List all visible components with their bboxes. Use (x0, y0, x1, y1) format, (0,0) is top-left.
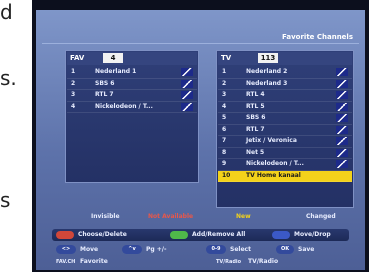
blue-button-icon[interactable] (272, 231, 290, 239)
tv-channel-panel: TV 113 1 Nederland 2 2 Nederland 3 3 RTL 4 4 RT… (216, 50, 354, 208)
channel-number: 9 (222, 160, 227, 167)
page-edge-letter: d (0, 0, 13, 24)
red-button-icon[interactable] (56, 231, 74, 239)
channel-name: SBS 6 (246, 114, 266, 121)
channel-row[interactable]: 2 Nederland 3 (218, 79, 352, 90)
channel-number: 5 (222, 114, 227, 121)
tv-channel-count: 113 (258, 53, 278, 63)
select-hint: Select (230, 246, 251, 253)
channel-status-icon (336, 91, 348, 99)
channel-name: Nederland 3 (246, 79, 288, 87)
channel-status-icon (181, 79, 193, 88)
channel-row[interactable]: 8 Net 5 (218, 148, 352, 159)
channel-number: 6 (222, 125, 227, 133)
save-hint: Save (298, 246, 315, 253)
channel-row[interactable]: 6 RTL 7 (218, 125, 352, 136)
channel-status-icon (336, 114, 348, 122)
channel-name: Nickelodeon / T... (246, 160, 304, 167)
add-remove-all-button[interactable]: Add/Remove All (192, 231, 245, 238)
channel-status-icon (336, 137, 348, 145)
left-right-key-icon: <> (56, 245, 76, 254)
favorite-hint: Favorite (80, 258, 108, 265)
tv-frame: Favorite Channels FAV 4 1 Nederland 1 2 SBS… (32, 0, 369, 272)
osd-screen: Favorite Channels FAV 4 1 Nederland 1 2 SBS… (36, 10, 365, 270)
move-drop-button[interactable]: Move/Drop (294, 231, 331, 238)
channel-row[interactable]: 1 Nederland 1 (67, 67, 197, 79)
legend-new: New (236, 213, 251, 220)
tv-tag: TV (221, 54, 232, 62)
tvradio-hint: TV/Radio (248, 258, 279, 265)
fav-channel-list: 1 Nederland 1 2 SBS 6 3 RTL 7 4 Nickelodeon / T… (67, 67, 197, 113)
channel-name: RTL 7 (95, 91, 114, 98)
channel-row[interactable]: 9 Nickelodeon / T... (218, 159, 352, 171)
title-divider (42, 43, 359, 44)
channel-row[interactable]: 4 RTL 5 (218, 102, 352, 113)
fav-channel-panel: FAV 4 1 Nederland 1 2 SBS 6 3 RTL 7 4 Nickelode… (65, 50, 199, 183)
channel-name: RTL 7 (246, 125, 265, 133)
channel-name: Nederland 1 (95, 68, 137, 75)
fav-group-number[interactable]: 4 (103, 53, 123, 63)
channel-name: RTL 4 (246, 91, 265, 98)
channel-row[interactable]: 4 Nickelodeon / T... (67, 102, 197, 113)
channel-number: 10 (222, 171, 231, 179)
channel-number: 1 (222, 68, 227, 75)
channel-number: 1 (71, 68, 76, 75)
channel-status-icon (336, 125, 348, 134)
channel-status-icon (181, 91, 193, 99)
legend-changed: Changed (306, 213, 336, 220)
channel-name: Jetix / Veronica (246, 137, 297, 144)
channel-number: 7 (222, 137, 227, 144)
page-edge-letter: s. (0, 66, 17, 90)
channel-number: 4 (71, 102, 76, 110)
channel-name: TV Home kanaal (246, 171, 301, 179)
channel-name: SBS 6 (95, 79, 115, 87)
channel-number: 2 (71, 79, 76, 87)
page-title: Favorite Channels (282, 33, 353, 41)
channel-number: 3 (222, 91, 227, 98)
channel-status-icon (336, 160, 348, 168)
channel-status-icon (181, 102, 193, 111)
number-key-icon: 0-9 (206, 245, 226, 254)
tvradio-key-label: TV/Radio (216, 259, 242, 265)
channel-row[interactable]: 10 TV Home kanaal (218, 170, 352, 182)
channel-name: Net 5 (246, 148, 265, 156)
legend-not-available: Not Available (148, 213, 194, 220)
green-button-icon[interactable] (170, 231, 188, 239)
channel-row[interactable]: 2 SBS 6 (67, 79, 197, 90)
channel-number: 8 (222, 148, 227, 156)
channel-status-icon (181, 68, 193, 76)
fav-panel-header: FAV 4 (67, 52, 197, 65)
move-hint: Move (80, 246, 99, 253)
ok-key-icon: OK (276, 245, 294, 254)
page-edge-letter: s (0, 188, 11, 212)
channel-number: 2 (222, 79, 227, 87)
tv-panel-header: TV 113 (218, 52, 352, 65)
channel-row[interactable]: 3 RTL 4 (218, 90, 352, 102)
channel-name: RTL 5 (246, 102, 265, 110)
favch-key-label: FAV.CH (56, 259, 76, 265)
color-button-bar: Choose/Delete Add/Remove All Move/Drop (52, 229, 349, 241)
page-hint: Pg +/- (146, 246, 167, 253)
channel-row[interactable]: 5 SBS 6 (218, 113, 352, 125)
up-down-key-icon: ^v (122, 245, 142, 254)
channel-row[interactable]: 1 Nederland 2 (218, 67, 352, 79)
channel-name: Nederland 2 (246, 68, 288, 75)
fav-tag: FAV (70, 54, 85, 62)
channel-row[interactable]: 7 Jetix / Veronica (218, 136, 352, 148)
channel-status-icon (336, 148, 348, 157)
channel-status-icon (336, 102, 348, 111)
choose-delete-button[interactable]: Choose/Delete (78, 231, 127, 238)
channel-number: 3 (71, 91, 76, 98)
channel-number: 4 (222, 102, 227, 110)
tv-channel-list: 1 Nederland 2 2 Nederland 3 3 RTL 4 4 RTL 5 5 SBS… (218, 67, 352, 182)
legend-invisible: Invisible (91, 213, 120, 220)
channel-row[interactable]: 3 RTL 7 (67, 90, 197, 102)
channel-status-icon (336, 68, 348, 76)
channel-name: Nickelodeon / T... (95, 102, 153, 110)
channel-status-icon (336, 79, 348, 88)
